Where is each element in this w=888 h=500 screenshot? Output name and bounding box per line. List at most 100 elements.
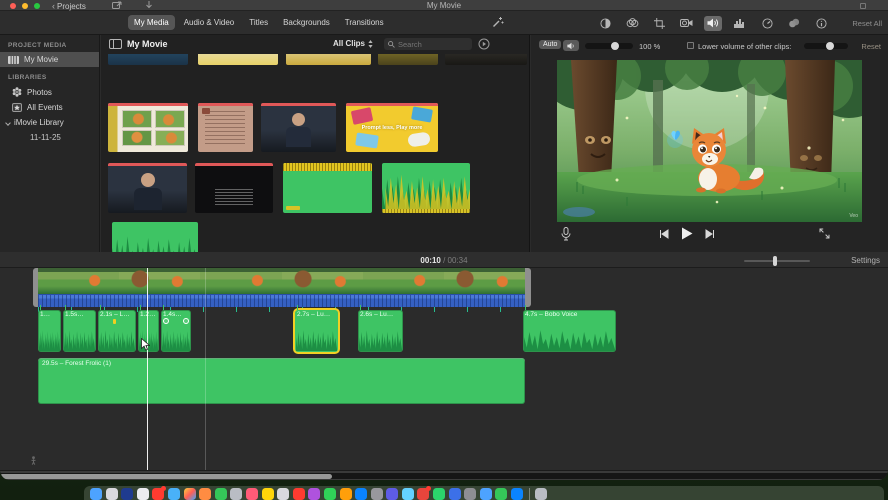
media-thumbnail[interactable]: [198, 54, 278, 65]
volume-icon[interactable]: [704, 15, 722, 31]
audio-clip-bobo-voice[interactable]: 4.7s – Bobo Voice: [523, 305, 616, 352]
dock-icon-25[interactable]: [464, 488, 477, 500]
media-thumbnail-audio[interactable]: [382, 163, 470, 213]
clip-filters-icon[interactable]: [785, 16, 803, 31]
tab-titles[interactable]: Titles: [243, 15, 274, 30]
playhead[interactable]: [147, 268, 148, 470]
dock-icon-2[interactable]: [105, 488, 118, 500]
search-input[interactable]: [398, 39, 462, 49]
timeline[interactable]: 1… 1.5s… 2.1s – L… 1.2… 1.4s…: [0, 268, 888, 470]
fullscreen-icon[interactable]: [819, 228, 830, 239]
dock-icon-16[interactable]: [323, 488, 336, 500]
dock-icon-6[interactable]: [167, 488, 180, 500]
tab-my-media[interactable]: My Media: [128, 15, 175, 30]
dock-icon-23[interactable]: [433, 488, 446, 500]
volume-slider-knob[interactable]: [611, 42, 619, 50]
sidebar-item-my-movie[interactable]: My Movie: [0, 52, 99, 67]
dock-icon-17[interactable]: [339, 488, 352, 500]
dock-icon-28[interactable]: [511, 488, 524, 500]
dock-icon-21[interactable]: [401, 488, 414, 500]
dock-icon-13[interactable]: [277, 488, 290, 500]
media-thumbnail[interactable]: [445, 54, 527, 65]
stabilization-camera-icon[interactable]: [677, 16, 695, 31]
timeline-zoom-knob[interactable]: [773, 256, 777, 266]
media-thumbnail-screen-recording[interactable]: [195, 163, 273, 213]
dock-icon-1[interactable]: [90, 488, 102, 500]
mute-button[interactable]: [563, 40, 579, 51]
reset-all-button[interactable]: Reset All: [852, 19, 882, 28]
dock-icon-trash[interactable]: [535, 488, 548, 500]
dock-icon-15[interactable]: [308, 488, 321, 500]
clip-info-icon[interactable]: [812, 16, 830, 31]
voiceover-mic-icon[interactable]: [561, 227, 571, 241]
sidebar-item-imovie-library[interactable]: iMovie Library: [0, 115, 99, 130]
dock-icon-4[interactable]: [136, 488, 149, 500]
lower-volume-knob[interactable]: [826, 42, 834, 50]
crop-icon[interactable]: [650, 16, 668, 31]
tab-transitions[interactable]: Transitions: [339, 15, 390, 30]
noise-reduction-icon[interactable]: [731, 16, 749, 31]
dock-icon-22[interactable]: [417, 486, 432, 500]
speed-icon[interactable]: [758, 16, 776, 31]
preview-viewer[interactable]: Veo: [557, 60, 862, 222]
clip-trim-handle-right[interactable]: [525, 268, 531, 307]
lower-volume-slider[interactable]: [804, 42, 848, 50]
dock-icon-27[interactable]: [495, 488, 508, 500]
media-thumbnail[interactable]: [108, 54, 188, 65]
media-thumbnail-document[interactable]: [198, 103, 253, 152]
dock-icon-8[interactable]: [199, 488, 212, 500]
media-thumbnail[interactable]: [286, 54, 371, 65]
enhance-wand-icon[interactable]: [492, 16, 504, 28]
dock-icon-11[interactable]: [245, 488, 258, 500]
media-thumbnail-audio[interactable]: [283, 163, 372, 213]
dock-icon-19[interactable]: [370, 488, 383, 500]
next-frame-button[interactable]: [705, 228, 715, 239]
dock-icon-5[interactable]: [152, 486, 167, 500]
tab-backgrounds[interactable]: Backgrounds: [277, 15, 336, 30]
dock-icon-10[interactable]: [230, 488, 243, 500]
background-music-clip[interactable]: 29.5s – Forest Frolic (1): [38, 358, 525, 404]
audio-clip-1[interactable]: 1…: [38, 305, 61, 352]
audio-clip-2[interactable]: 1.5s…: [63, 305, 96, 352]
dock-icon-12[interactable]: [261, 488, 274, 500]
media-thumbnail-fox-grid[interactable]: [108, 103, 188, 152]
color-balance-icon[interactable]: [596, 16, 614, 31]
fade-handle[interactable]: [163, 318, 169, 324]
sidebar-toggle-icon[interactable]: [109, 39, 122, 49]
audio-clip-7[interactable]: 2.6s – Lu…: [358, 305, 403, 352]
sidebar-item-all-events[interactable]: All Events: [0, 100, 99, 115]
dock-icon-14[interactable]: [292, 488, 305, 500]
video-clip-filmstrip[interactable]: [38, 268, 525, 294]
sidebar-item-photos[interactable]: Photos: [0, 84, 99, 100]
dock-icon-9[interactable]: [214, 488, 227, 500]
skim-play-circle-icon[interactable]: [478, 38, 490, 50]
previous-frame-button[interactable]: [659, 228, 669, 239]
video-audio-waveform[interactable]: [38, 294, 525, 307]
timeline-settings-button[interactable]: Settings: [851, 256, 880, 265]
media-thumbnail-audio[interactable]: [112, 222, 198, 252]
dock-icon-20[interactable]: [386, 488, 399, 500]
sidebar-item-event-date[interactable]: 11-11-25: [0, 130, 99, 145]
lower-volume-checkbox[interactable]: [687, 42, 694, 49]
search-field[interactable]: [384, 38, 472, 50]
clip-filter-dropdown[interactable]: All Clips: [333, 39, 373, 48]
reset-button[interactable]: Reset: [861, 42, 881, 51]
dock-icon-26[interactable]: [479, 488, 492, 500]
audio-clip-3[interactable]: 2.1s – L…: [98, 305, 136, 352]
audio-clip-6-selected[interactable]: 2.7s – Lu…: [295, 305, 338, 352]
play-button[interactable]: [681, 227, 693, 240]
volume-keyframe-dot[interactable]: [113, 319, 117, 324]
timeline-zoom-slider[interactable]: [744, 256, 810, 266]
color-correction-icon[interactable]: [623, 16, 641, 31]
dock-icon-7[interactable]: [183, 488, 196, 500]
audio-clip-5[interactable]: 1.4s…: [161, 305, 191, 352]
dock-icon-18[interactable]: [355, 488, 368, 500]
dock-icon-24[interactable]: [448, 488, 461, 500]
volume-slider[interactable]: [585, 42, 633, 50]
media-thumbnail-webcam[interactable]: [108, 163, 187, 213]
dock-icon-3[interactable]: [121, 488, 134, 500]
fade-handle[interactable]: [183, 318, 189, 324]
media-thumbnail-promo[interactable]: Prompt less, Play more: [346, 103, 438, 152]
tab-audio-video[interactable]: Audio & Video: [178, 15, 241, 30]
horizontal-scrollbar-thumb[interactable]: [0, 473, 332, 479]
